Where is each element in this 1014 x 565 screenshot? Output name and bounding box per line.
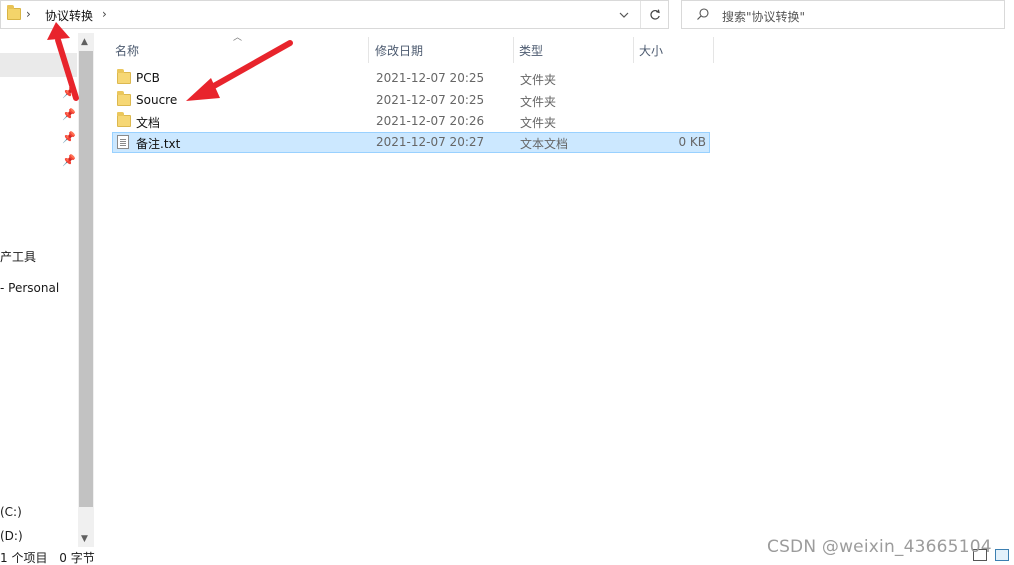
status-selected-size: 0 字节 — [59, 551, 95, 565]
refresh-icon — [650, 8, 660, 20]
file-row[interactable]: Soucre 2021-12-07 20:25 文件夹 — [112, 90, 710, 111]
scrollbar-thumb[interactable] — [79, 51, 93, 507]
file-row[interactable]: PCB 2021-12-07 20:25 文件夹 — [112, 68, 710, 89]
text-file-icon — [117, 135, 129, 149]
folder-icon — [117, 112, 131, 127]
file-name[interactable]: PCB — [136, 71, 160, 85]
pin-icon: 📌 — [62, 86, 76, 99]
nav-item-onedrive-personal[interactable]: - Personal — [0, 281, 59, 295]
search-placeholder[interactable]: 搜索"协议转换" — [722, 8, 805, 25]
folder-icon — [7, 5, 21, 20]
nav-scrollbar[interactable]: ▲ ▼ — [78, 33, 94, 547]
search-icon — [697, 8, 709, 20]
breadcrumb-separator[interactable]: › — [26, 7, 31, 21]
file-row[interactable]: 文档 2021-12-07 20:26 文件夹 — [112, 111, 710, 132]
column-header-type[interactable]: 类型 — [514, 37, 634, 63]
status-selected-count: 1 个项目 — [0, 551, 48, 565]
nav-item-drive-d[interactable]: (D:) — [0, 529, 23, 543]
file-size: 0 KB — [678, 135, 706, 149]
file-name[interactable]: 备注.txt — [136, 135, 180, 152]
pin-icon: 📌 — [62, 131, 76, 144]
file-date: 2021-12-07 20:25 — [376, 93, 485, 107]
refresh-button[interactable] — [640, 1, 669, 28]
large-icons-view-icon[interactable] — [995, 549, 1009, 561]
nav-item-drive-c[interactable]: (C:) — [0, 505, 22, 519]
file-type: 文件夹 — [520, 73, 557, 87]
address-dropdown-button[interactable] — [613, 1, 635, 28]
file-date: 2021-12-07 20:25 — [376, 71, 485, 85]
pin-icon: 📌 — [62, 108, 76, 121]
folder-icon — [117, 91, 131, 106]
file-type: 文件夹 — [520, 95, 557, 109]
file-name[interactable]: Soucre — [136, 93, 177, 107]
scroll-up-icon[interactable]: ▲ — [81, 37, 88, 47]
file-date: 2021-12-07 20:26 — [376, 114, 485, 128]
scroll-down-icon[interactable]: ▼ — [81, 534, 88, 544]
file-type: 文件夹 — [520, 116, 557, 130]
chevron-down-icon — [619, 12, 629, 18]
watermark: CSDN @weixin_43665104 — [767, 537, 992, 557]
pin-icon: 📌 — [62, 154, 76, 167]
nav-item-tools[interactable]: 产工具 — [0, 248, 36, 265]
nav-selected-item[interactable] — [0, 53, 77, 77]
column-header-name[interactable]: 名称 — [110, 37, 369, 63]
breadcrumb-separator-trailing[interactable]: › — [102, 7, 107, 21]
column-header-size[interactable]: 大小 — [634, 37, 714, 63]
file-name[interactable]: 文档 — [136, 114, 160, 131]
search-box[interactable]: 搜索"协议转换" — [681, 0, 1005, 29]
address-bar[interactable]: › 协议转换 › — [0, 0, 669, 29]
breadcrumb-current-folder[interactable]: 协议转换 — [45, 7, 93, 24]
status-bar: 1 个项目 0 字节 — [0, 549, 103, 565]
column-header-date[interactable]: 修改日期 — [370, 37, 514, 63]
file-row-selected[interactable]: 备注.txt 2021-12-07 20:27 文本文档 0 KB — [112, 132, 710, 153]
file-date: 2021-12-07 20:27 — [376, 135, 485, 149]
file-type: 文本文档 — [520, 137, 569, 151]
folder-icon — [117, 69, 131, 84]
